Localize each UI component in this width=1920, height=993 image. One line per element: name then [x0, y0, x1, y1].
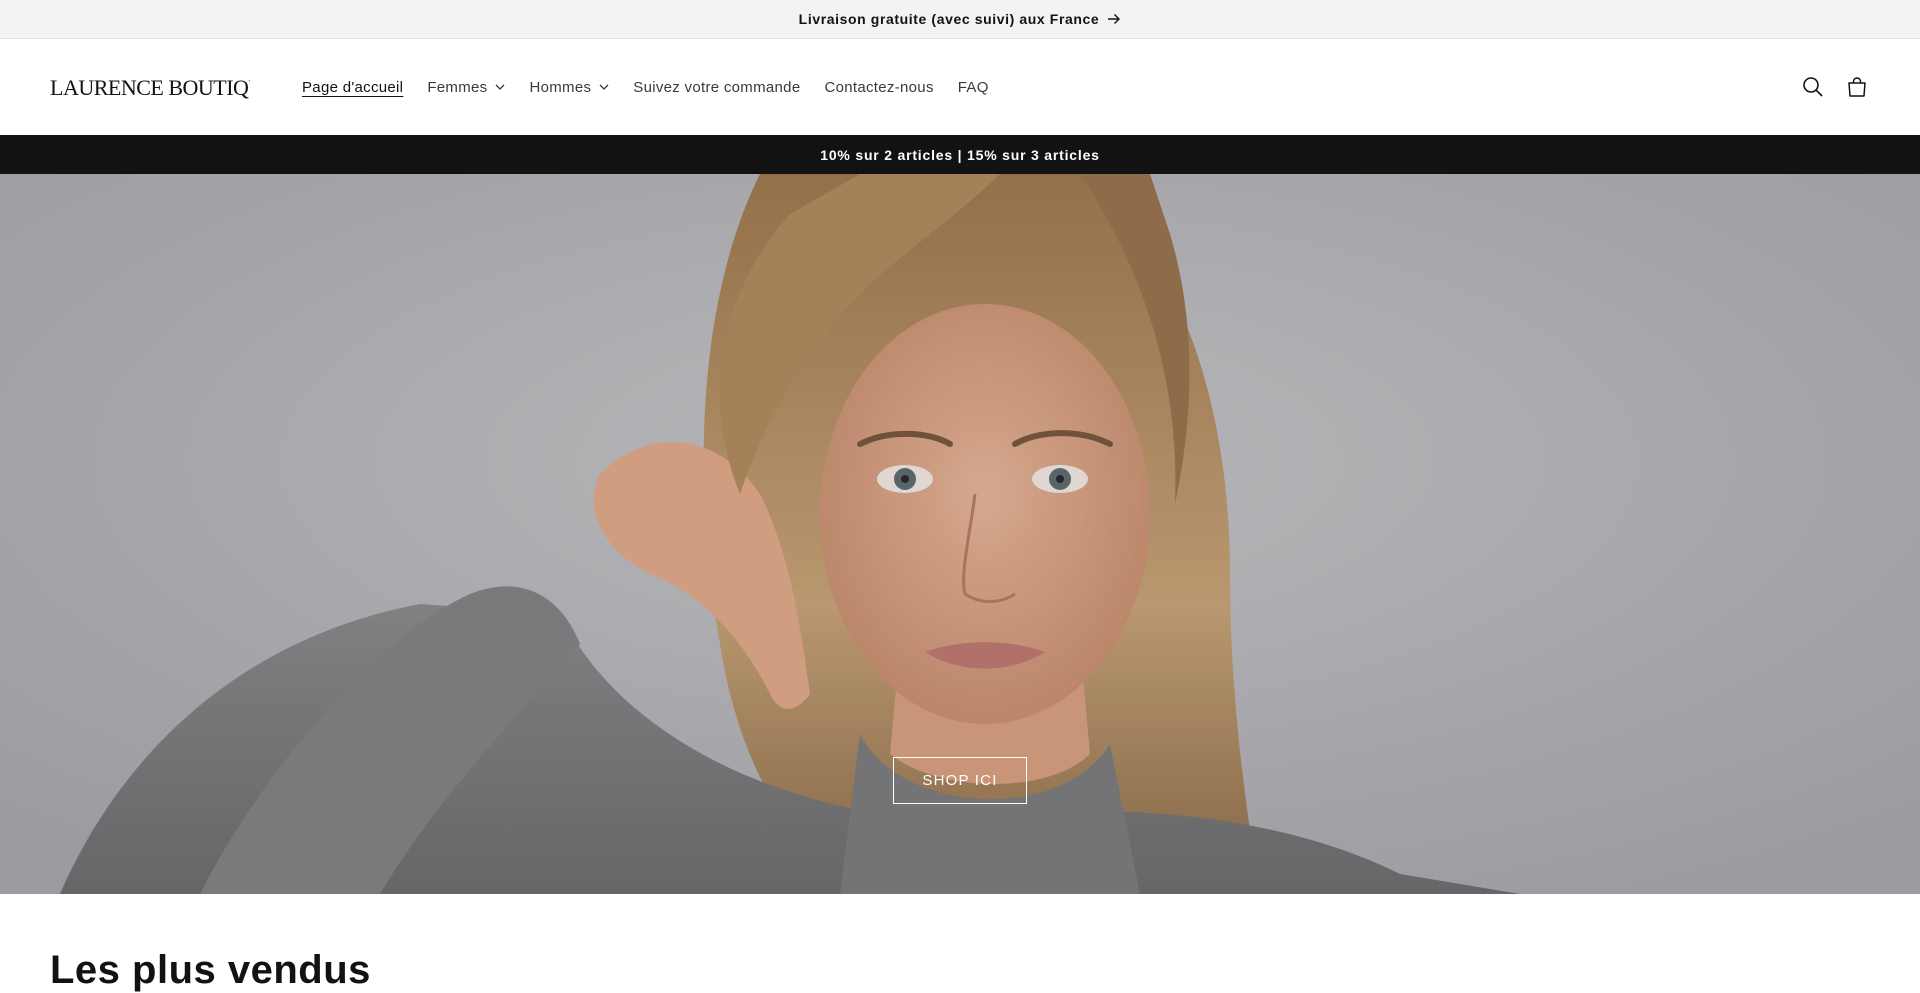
site-header: LAURENCE BOUTIQUE Page d'accueil Femmes …: [0, 39, 1920, 135]
promo-text: 10% sur 2 articles | 15% sur 3 articles: [820, 146, 1100, 163]
search-button[interactable]: [1800, 74, 1826, 100]
cart-icon: [1848, 77, 1866, 97]
chevron-down-icon: [599, 84, 609, 90]
nav-item-contact[interactable]: Contactez-nous: [812, 67, 945, 107]
nav-item-label: Contactez-nous: [824, 78, 934, 96]
announcement-text: Livraison gratuite (avec suivi) aux Fran…: [798, 11, 1100, 27]
nav-item-hommes[interactable]: Hommes: [517, 67, 621, 107]
main-nav: Page d'accueil Femmes Hommes Suivez votr…: [290, 67, 1001, 107]
cart-button[interactable]: [1844, 74, 1870, 100]
hero-banner: SHOP ICI: [0, 174, 1920, 894]
announcement-bar: Livraison gratuite (avec suivi) aux Fran…: [0, 0, 1920, 39]
shop-now-button[interactable]: SHOP ICI: [893, 757, 1027, 804]
nav-item-label: Femmes: [427, 78, 488, 96]
nav-item-track-order[interactable]: Suivez votre commande: [621, 67, 812, 107]
nav-item-faq[interactable]: FAQ: [946, 67, 1001, 107]
nav-item-label: Suivez votre commande: [633, 78, 801, 96]
logo-text: LAURENCE BOUTIQUE: [50, 75, 250, 100]
section-title: Les plus vendus: [50, 948, 371, 992]
nav-item-femmes[interactable]: Femmes: [415, 67, 517, 107]
announcement-link[interactable]: Livraison gratuite (avec suivi) aux Fran…: [799, 11, 1122, 27]
header-icons: [1800, 74, 1870, 100]
arrow-right-icon: [1108, 14, 1121, 24]
promo-bar: 10% sur 2 articles | 15% sur 3 articles: [0, 135, 1920, 174]
store-logo[interactable]: LAURENCE BOUTIQUE: [50, 67, 250, 107]
search-icon: [1803, 77, 1823, 97]
nav-item-home[interactable]: Page d'accueil: [290, 67, 415, 107]
chevron-down-icon: [495, 84, 505, 90]
nav-item-label: Page d'accueil: [302, 78, 404, 96]
nav-item-label: FAQ: [957, 78, 989, 96]
nav-item-label: Hommes: [529, 78, 592, 96]
